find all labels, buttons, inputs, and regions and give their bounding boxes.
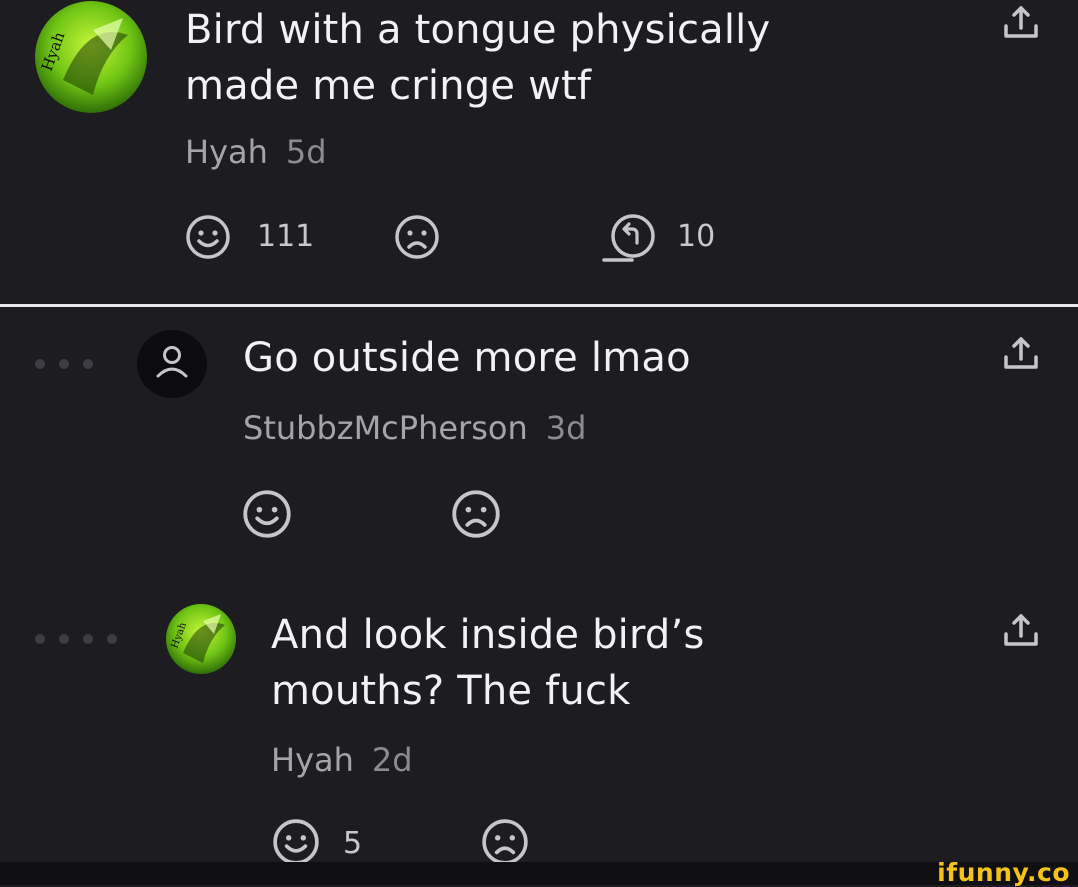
comment-meta: StubbzMcPherson 3d — [243, 409, 586, 447]
author-name[interactable]: StubbzMcPherson — [243, 409, 528, 447]
comment-text-line: And look inside bird’s — [271, 612, 705, 658]
comment-text-line: Bird with a tongue physically — [185, 7, 771, 53]
smile-count: 5 — [343, 826, 363, 861]
comment-text: Bird with a tongue physically made me cr… — [185, 2, 770, 114]
avatar[interactable] — [137, 330, 207, 398]
timestamp: 3d — [545, 409, 587, 447]
green-character-avatar-icon: Hyah — [166, 604, 236, 674]
reply-icon — [602, 214, 655, 262]
bottom-bar — [0, 862, 1078, 885]
share-icon — [1004, 337, 1038, 369]
share-icon — [1004, 614, 1038, 646]
green-character-avatar-icon: Hyah — [35, 1, 147, 113]
share-button[interactable] — [1000, 2, 1042, 44]
unsmile-button[interactable] — [394, 214, 440, 260]
unsmile-button[interactable] — [451, 489, 501, 539]
unsmile-button[interactable] — [481, 818, 529, 866]
smile-icon — [273, 819, 319, 865]
smile-icon — [186, 215, 230, 259]
frown-icon — [452, 490, 500, 538]
smile-count: 111 — [257, 219, 315, 254]
frown-icon — [482, 819, 528, 865]
thread-depth-indicator — [35, 634, 117, 644]
comment-text-line: mouths? The fuck — [271, 668, 631, 714]
comment-text: And look inside bird’s mouths? The fuck — [271, 607, 704, 719]
thread-depth-indicator — [35, 359, 93, 369]
comment-text-line: made me cringe wtf — [185, 63, 592, 109]
timestamp: 5d — [285, 133, 327, 171]
comment-meta: Hyah 2d — [271, 741, 413, 779]
timestamp: 2d — [371, 741, 413, 779]
frown-icon — [395, 215, 439, 259]
share-button[interactable] — [1000, 333, 1042, 375]
smile-icon — [243, 490, 291, 538]
avatar[interactable]: Hyah — [33, 0, 150, 115]
share-button[interactable] — [1000, 610, 1042, 652]
reply-count: 10 — [677, 219, 716, 254]
smile-button[interactable] — [242, 489, 292, 539]
author-name[interactable]: Hyah — [185, 133, 268, 171]
smile-button[interactable] — [185, 214, 231, 260]
author-name[interactable]: Hyah — [271, 741, 354, 779]
reply-button[interactable] — [602, 212, 660, 264]
divider — [0, 304, 1078, 307]
ifunny-watermark: ifunny.co — [937, 858, 1070, 887]
comment-meta: Hyah 5d — [185, 133, 327, 171]
smile-button[interactable] — [272, 818, 320, 866]
share-icon — [1004, 6, 1038, 38]
user-icon — [156, 346, 188, 378]
comment-text: Go outside more lmao — [243, 335, 691, 381]
avatar[interactable]: Hyah — [165, 603, 237, 675]
